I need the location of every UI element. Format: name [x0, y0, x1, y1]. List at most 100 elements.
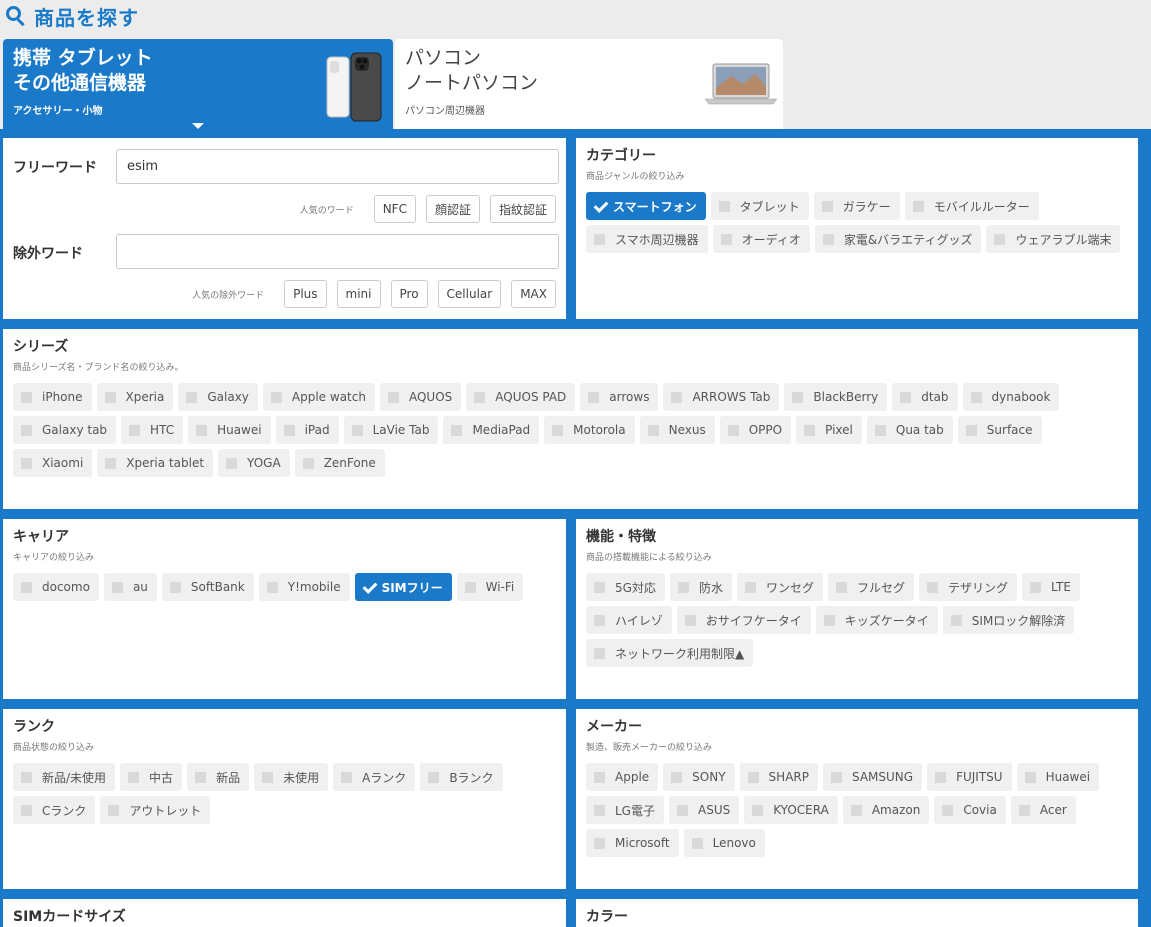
- tab-subtitle: アクセサリー・小物: [13, 106, 103, 117]
- features-option[interactable]: ネットワーク利用制限▲: [586, 639, 754, 667]
- popular-word-button[interactable]: 指紋認証: [489, 195, 556, 223]
- series-option[interactable]: Apple watch: [262, 383, 375, 411]
- rank-option[interactable]: 未使用: [254, 763, 329, 791]
- series-option[interactable]: LaVie Tab: [343, 416, 439, 444]
- option-label: KYOCERA: [773, 803, 829, 817]
- features-option[interactable]: SIMロック解除済: [942, 606, 1075, 634]
- series-option[interactable]: arrows: [580, 383, 659, 411]
- popular-word-button[interactable]: NFC: [373, 195, 416, 223]
- popular-words: 人気のワード NFC 顔認証 指紋認証: [300, 195, 556, 223]
- maker-option[interactable]: Acer: [1010, 796, 1076, 824]
- exclude-word-button[interactable]: Plus: [284, 280, 327, 308]
- maker-option[interactable]: LG電子: [586, 796, 664, 824]
- category-option[interactable]: ウェアラブル端末: [986, 225, 1121, 253]
- maker-option[interactable]: SAMSUNG: [822, 763, 923, 791]
- features-option[interactable]: 防水: [669, 573, 732, 601]
- series-option[interactable]: ARROWS Tab: [663, 383, 780, 411]
- series-option[interactable]: Xiaomi: [13, 449, 93, 477]
- maker-option[interactable]: KYOCERA: [744, 796, 838, 824]
- series-option[interactable]: BlackBerry: [784, 383, 888, 411]
- category-option[interactable]: オーディオ: [712, 225, 810, 253]
- checkbox-icon: [266, 581, 278, 593]
- maker-option[interactable]: FUJITSU: [927, 763, 1012, 791]
- rank-option[interactable]: 中古: [120, 763, 183, 791]
- category-option[interactable]: スマホ周辺機器: [586, 225, 708, 253]
- category-option[interactable]: 家電&バラエティグッズ: [814, 225, 982, 253]
- series-option[interactable]: OPPO: [719, 416, 792, 444]
- tab-mobile[interactable]: 携帯 タブレット その他通信機器 アクセサリー・小物: [3, 39, 393, 129]
- option-label: LTE: [1051, 580, 1071, 594]
- carrier-option[interactable]: SIMフリー: [354, 573, 452, 601]
- carrier-option[interactable]: au: [103, 573, 157, 601]
- series-option[interactable]: dynabook: [962, 383, 1060, 411]
- maker-option[interactable]: Microsoft: [586, 829, 679, 857]
- option-label: arrows: [609, 390, 650, 404]
- color-card: カラー: [576, 899, 1138, 927]
- rank-option[interactable]: Aランク: [333, 763, 416, 791]
- series-option[interactable]: Xperia tablet: [97, 449, 214, 477]
- option-label: ネットワーク利用制限▲: [615, 646, 745, 661]
- exclude-word-button[interactable]: mini: [336, 280, 381, 308]
- maker-option[interactable]: Lenovo: [683, 829, 765, 857]
- option-label: Xperia tablet: [126, 456, 205, 470]
- maker-option[interactable]: Huawei: [1016, 763, 1100, 791]
- series-option[interactable]: AQUOS: [379, 383, 462, 411]
- maker-option[interactable]: Covia: [934, 796, 1006, 824]
- features-option[interactable]: LTE: [1022, 573, 1080, 601]
- features-option[interactable]: ハイレゾ: [586, 606, 672, 634]
- series-option[interactable]: iPad: [275, 416, 339, 444]
- checkbox-icon: [21, 771, 32, 783]
- series-option[interactable]: dtab: [892, 383, 958, 411]
- tab-title-line1: 携帯 タブレット: [13, 47, 153, 69]
- series-option[interactable]: Surface: [957, 416, 1042, 444]
- exclude-input[interactable]: [116, 234, 559, 269]
- category-option[interactable]: ガラケー: [813, 192, 900, 220]
- features-option[interactable]: フルセグ: [827, 573, 914, 601]
- carrier-option[interactable]: Wi-Fi: [456, 573, 524, 601]
- maker-option[interactable]: SHARP: [739, 763, 818, 791]
- exclude-word-button[interactable]: Pro: [390, 280, 428, 308]
- exclude-word-button[interactable]: MAX: [511, 280, 556, 308]
- series-option[interactable]: iPhone: [13, 383, 92, 411]
- option-label: モバイルルーター: [933, 199, 1030, 214]
- maker-option[interactable]: SONY: [663, 763, 735, 791]
- maker-option[interactable]: Apple: [586, 763, 659, 791]
- series-option[interactable]: Galaxy tab: [13, 416, 117, 444]
- category-option[interactable]: モバイルルーター: [904, 192, 1039, 220]
- rank-option[interactable]: 新品: [187, 763, 250, 791]
- carrier-option[interactable]: SoftBank: [161, 573, 254, 601]
- features-option[interactable]: 5G対応: [586, 573, 665, 601]
- series-option[interactable]: AQUOS PAD: [466, 383, 576, 411]
- maker-option[interactable]: Amazon: [842, 796, 930, 824]
- option-label: ワンセグ: [765, 580, 814, 595]
- popular-word-button[interactable]: 顔認証: [425, 195, 480, 223]
- series-option[interactable]: HTC: [121, 416, 184, 444]
- features-option[interactable]: テザリング: [918, 573, 1017, 601]
- series-option[interactable]: Qua tab: [866, 416, 953, 444]
- features-option[interactable]: ワンセグ: [736, 573, 823, 601]
- rank-option[interactable]: Cランク: [13, 796, 96, 824]
- category-option[interactable]: タブレット: [710, 192, 809, 220]
- exclude-word-button[interactable]: Cellular: [437, 280, 502, 308]
- features-option[interactable]: キッズケータイ: [815, 606, 938, 634]
- series-option[interactable]: Pixel: [796, 416, 862, 444]
- series-option[interactable]: Nexus: [639, 416, 715, 444]
- rank-option[interactable]: Bランク: [420, 763, 503, 791]
- series-option[interactable]: Galaxy: [178, 383, 258, 411]
- rank-option[interactable]: アウトレット: [100, 796, 211, 824]
- maker-option[interactable]: ASUS: [669, 796, 740, 824]
- series-option[interactable]: YOGA: [218, 449, 290, 477]
- category-option[interactable]: スマートフォン: [586, 192, 706, 220]
- freeword-input[interactable]: [116, 149, 559, 184]
- option-label: AQUOS: [408, 390, 453, 404]
- carrier-option[interactable]: Y!mobile: [258, 573, 350, 601]
- series-option[interactable]: Xperia: [96, 383, 174, 411]
- series-option[interactable]: MediaPad: [443, 416, 540, 444]
- series-option[interactable]: Huawei: [188, 416, 271, 444]
- series-option[interactable]: ZenFone: [294, 449, 385, 477]
- series-option[interactable]: Motorola: [544, 416, 635, 444]
- features-option[interactable]: おサイフケータイ: [676, 606, 811, 634]
- option-label: Apple watch: [291, 390, 366, 404]
- rank-option[interactable]: 新品/未使用: [13, 763, 116, 791]
- carrier-option[interactable]: docomo: [13, 573, 99, 601]
